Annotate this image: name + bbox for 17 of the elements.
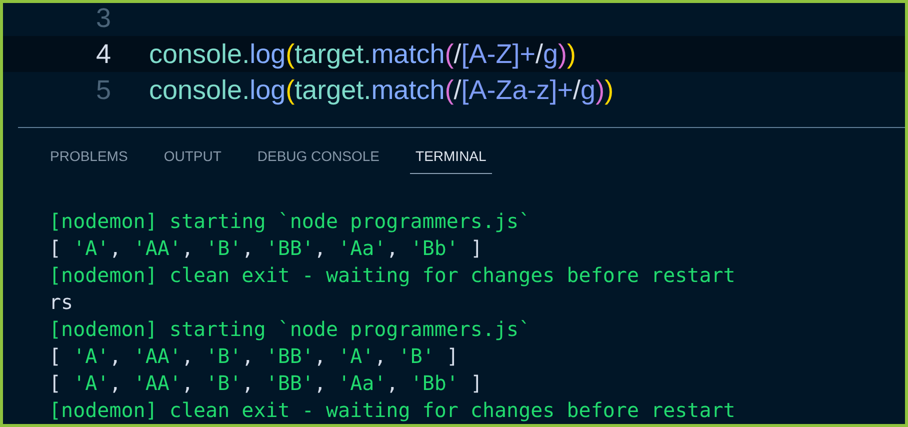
terminal-line: [ 'A', 'AA', 'B', 'BB', 'A', 'B' ] <box>49 343 460 370</box>
terminal-line: [nodemon] starting `node programmers.js` <box>49 316 532 343</box>
terminal-line: [nodemon] clean exit - waiting for changes before restart <box>49 397 736 424</box>
line-number: 3 <box>94 3 111 34</box>
terminal-line: [nodemon] clean exit - waiting for changes before restart <box>49 262 736 289</box>
panel-tab[interactable]: PROBLEMS <box>44 142 134 174</box>
panel-tab[interactable]: TERMINAL <box>410 142 492 174</box>
terminal-line: rs <box>49 289 74 316</box>
line-number: 4 <box>94 38 111 70</box>
panel-tab[interactable]: OUTPUT <box>158 142 228 174</box>
line-number: 5 <box>94 74 111 106</box>
panel-tab[interactable]: DEBUG CONSOLE <box>251 142 386 174</box>
code-line: console.log(target.match(/[A-Z]+/g)) <box>149 38 576 70</box>
code-line: console.log(target.match(/[A-Za-z]+/g)) <box>149 74 614 106</box>
terminal-line: [nodemon] starting `node programmers.js` <box>49 208 532 235</box>
terminal-line: [ 'A', 'AA', 'B', 'BB', 'Aa', 'Bb' ] <box>49 235 484 262</box>
terminal-line: [ 'A', 'AA', 'B', 'BB', 'Aa', 'Bb' ] <box>49 370 484 397</box>
